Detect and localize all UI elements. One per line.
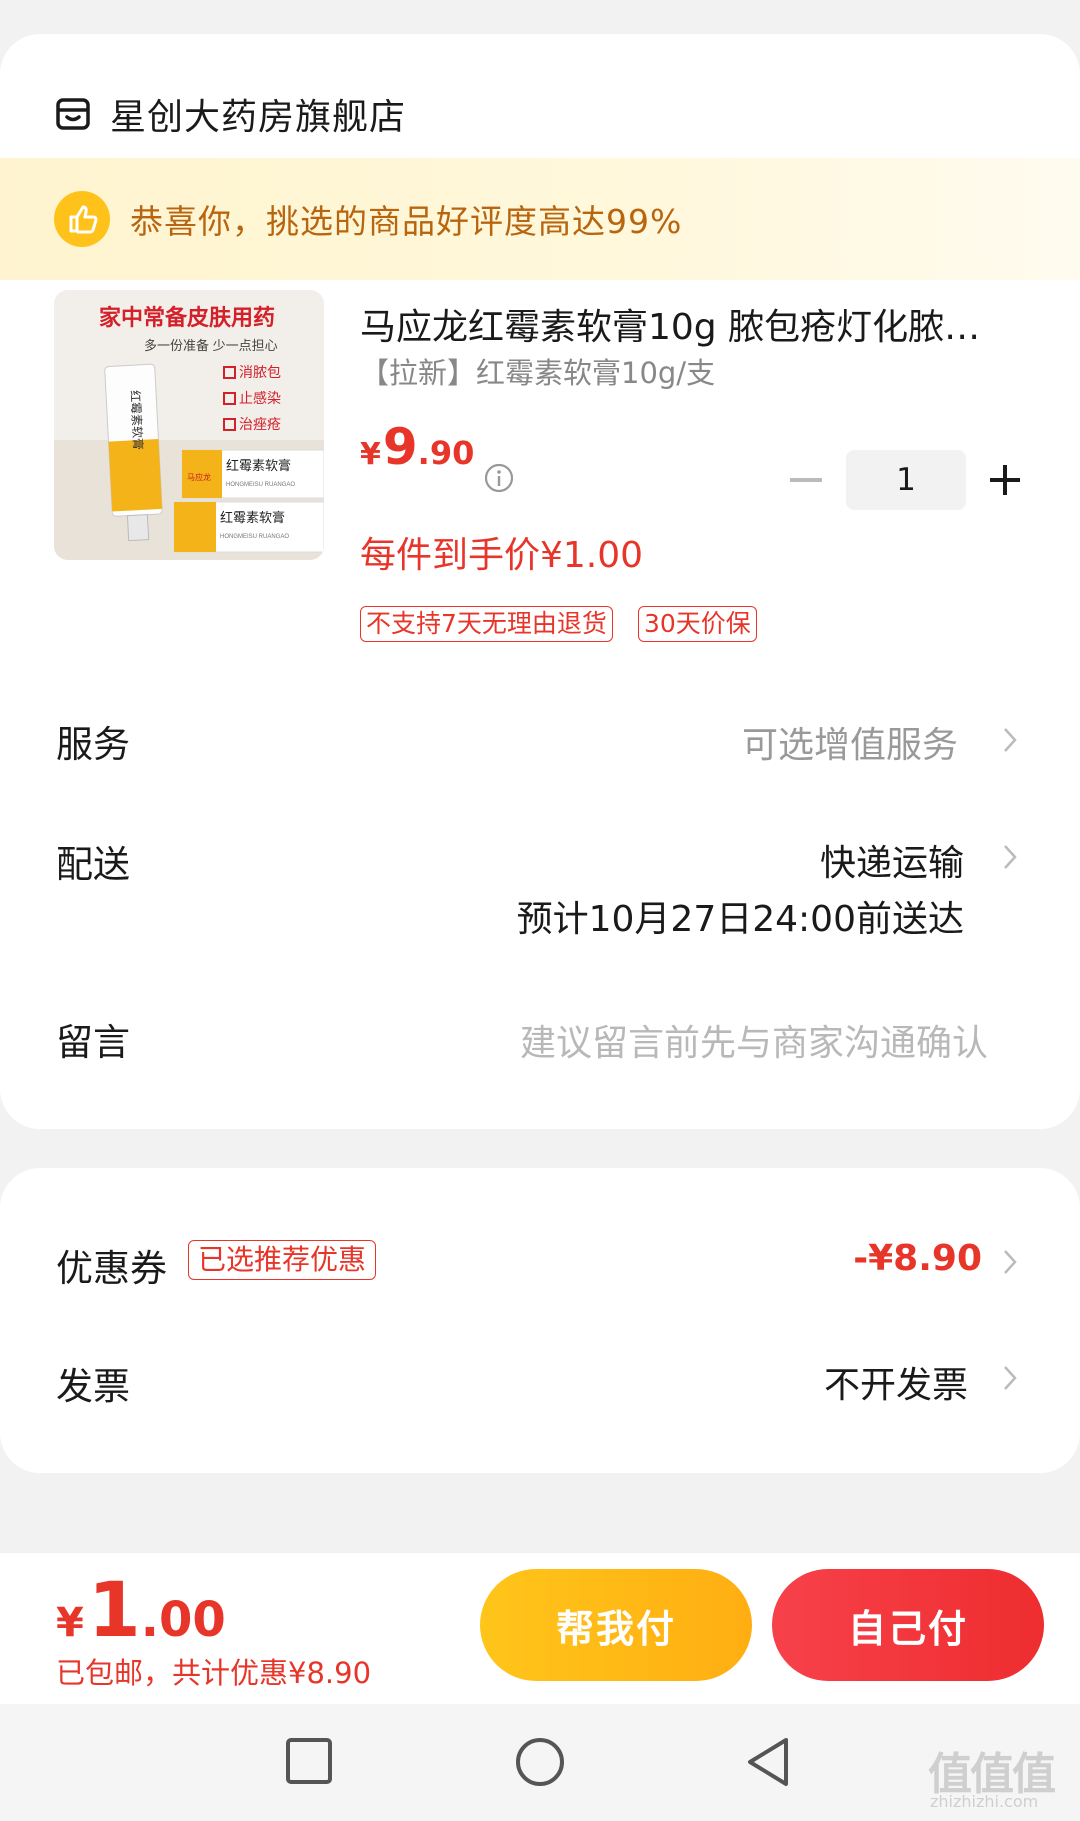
product-image-box-pinyin-2: HONGMEISU RUANGAO [220,534,289,540]
info-icon[interactable] [484,463,514,493]
price-integer: 9 [382,418,418,476]
price-protect-tag: 30天价保 [638,606,757,642]
service-value[interactable]: 可选增值服务 [742,716,958,768]
return-policy-tag: 不支持7天无理由退货 [360,606,613,642]
store-header[interactable]: 星创大药房旗舰店 [56,74,406,154]
total-price-decimal: .00 [140,1592,226,1648]
store-name: 星创大药房旗舰店 [110,97,407,138]
price-symbol: ¥ [360,437,381,472]
chevron-right-icon[interactable] [1002,726,1018,754]
coupon-label: 优惠券 [56,1247,167,1290]
rating-banner: 恭喜你，挑选的商品好评度高达99% [0,158,1080,280]
home-icon[interactable] [514,1736,566,1788]
delivery-label: 配送 [56,843,130,886]
total-price-symbol: ¥ [56,1600,84,1646]
product-image-box-label-1: 红霉素软膏 [226,458,291,473]
back-icon[interactable] [744,1736,792,1788]
delivery-method[interactable]: 快递运输 [820,834,964,886]
message-input[interactable]: 建议留言前先与商家沟通确认 [520,1014,988,1066]
total-price-integer: 1 [87,1565,141,1654]
help-pay-button[interactable]: 帮我付 [480,1569,752,1681]
chevron-right-icon[interactable] [1002,1364,1018,1392]
chevron-right-icon[interactable] [1002,1248,1018,1276]
store-icon [56,98,90,130]
thumbs-up-icon [54,191,110,247]
product-image-subline: 多一份准备 少一点担心 [144,338,278,353]
message-label: 留言 [56,1021,130,1064]
invoice-value[interactable]: 不开发票 [824,1356,968,1408]
delivery-eta: 预计10月27日24:00前送达 [516,899,964,940]
product-image-bullet-2: 止感染 [239,390,281,406]
order-card: 星创大药房旗舰店 恭喜你，挑选的商品好评度高达99% [0,34,1080,1129]
watermark-url: zhizhizhi.com [930,1792,1039,1811]
self-pay-button[interactable]: 自己付 [772,1569,1044,1681]
product-image-bullet-3: 治痤疮 [239,416,281,432]
product-image-box-label-2: 红霉素软膏 [220,510,285,525]
product-image-bullet-1: 消脓包 [239,364,281,380]
quantity-input[interactable]: 1 [846,450,966,510]
product-image-box-pinyin-1: HONGMEISU RUANGAO [226,482,295,488]
product-image[interactable]: 家中常备皮肤用药 多一份准备 少一点担心 消脓包 止感染 治痤疮 红霉素软膏 红… [54,290,324,560]
product-price: ¥ 9 .90 [360,418,474,476]
quantity-increase-button[interactable] [988,463,1022,497]
total-price: ¥ 1 .00 [56,1565,226,1654]
price-decimal: .90 [417,434,475,472]
product-spec[interactable]: 【拉新】红霉素软膏10g/支 [360,350,715,392]
product-image-brand: 马应龙 [187,472,211,482]
total-note: 已包邮，共计优惠¥8.90 [56,1656,372,1690]
product-image-tube-label: 红霉素软膏 [128,390,146,451]
chevron-right-icon[interactable] [1002,843,1018,871]
unit-price: 每件到手价¥1.00 [360,535,644,576]
product-title[interactable]: 马应龙红霉素软膏10g 脓包疮灯化脓… [360,298,1030,350]
product-image-headline: 家中常备皮肤用药 [99,305,275,330]
banner-text: 恭喜你，挑选的商品好评度高达99% [130,202,683,241]
coupon-tag: 已选推荐优惠 [188,1240,377,1280]
quantity-decrease-button[interactable] [790,478,822,482]
coupon-value[interactable]: -¥8.90 [853,1238,982,1279]
recent-apps-icon[interactable] [284,1736,334,1786]
service-label: 服务 [56,723,130,766]
invoice-label: 发票 [56,1365,130,1408]
discount-card [0,1168,1080,1473]
